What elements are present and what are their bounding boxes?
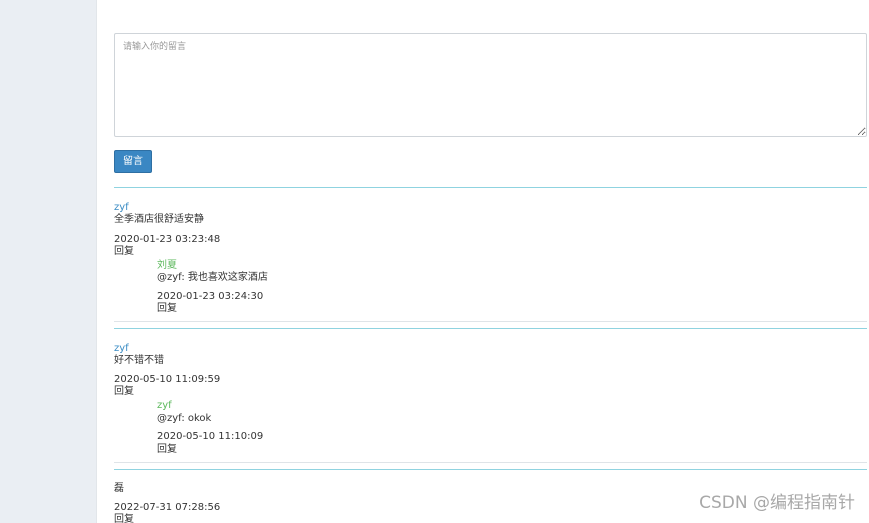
reply-button[interactable]: 回复 <box>157 303 177 315</box>
message-author: zyf <box>114 202 129 213</box>
message-content: 好不错不错 <box>114 355 164 366</box>
message-content: 磊 <box>114 483 124 494</box>
reply-time: 2020-01-23 03:24:30 <box>157 291 264 302</box>
message-divider <box>114 469 867 470</box>
message-input[interactable] <box>114 33 867 137</box>
post-message-button[interactable]: 留言 <box>114 150 152 173</box>
reply-button[interactable]: 回复 <box>114 386 134 398</box>
message-divider <box>114 328 867 329</box>
message-divider <box>114 187 867 188</box>
page: 留言 zyf 全季酒店很舒适安静 2020-01-23 03:23:48 回复 … <box>0 0 869 523</box>
message-time: 2022-07-31 07:28:56 <box>114 502 221 513</box>
reply-button[interactable]: 回复 <box>114 246 134 258</box>
message-content: 全季酒店很舒适安静 <box>114 214 204 225</box>
reply-author: 刘夏 <box>157 260 177 271</box>
message-time: 2020-01-23 03:23:48 <box>114 234 221 245</box>
message-board: 留言 zyf 全季酒店很舒适安静 2020-01-23 03:23:48 回复 … <box>114 0 867 523</box>
reply-button[interactable]: 回复 <box>157 444 177 456</box>
reply-time: 2020-05-10 11:10:09 <box>157 431 264 442</box>
reply-button[interactable]: 回复 <box>114 514 134 523</box>
left-sidebar <box>0 0 97 523</box>
message-time: 2020-05-10 11:09:59 <box>114 374 221 385</box>
message-author: zyf <box>114 343 129 354</box>
reply-author: zyf <box>157 400 172 411</box>
reply-content: @zyf: 我也喜欢这家酒店 <box>157 272 268 283</box>
reply-divider <box>114 462 867 463</box>
csdn-watermark: CSDN @编程指南针 <box>699 493 855 513</box>
reply-content: @zyf: okok <box>157 413 212 424</box>
reply-divider <box>114 321 867 322</box>
